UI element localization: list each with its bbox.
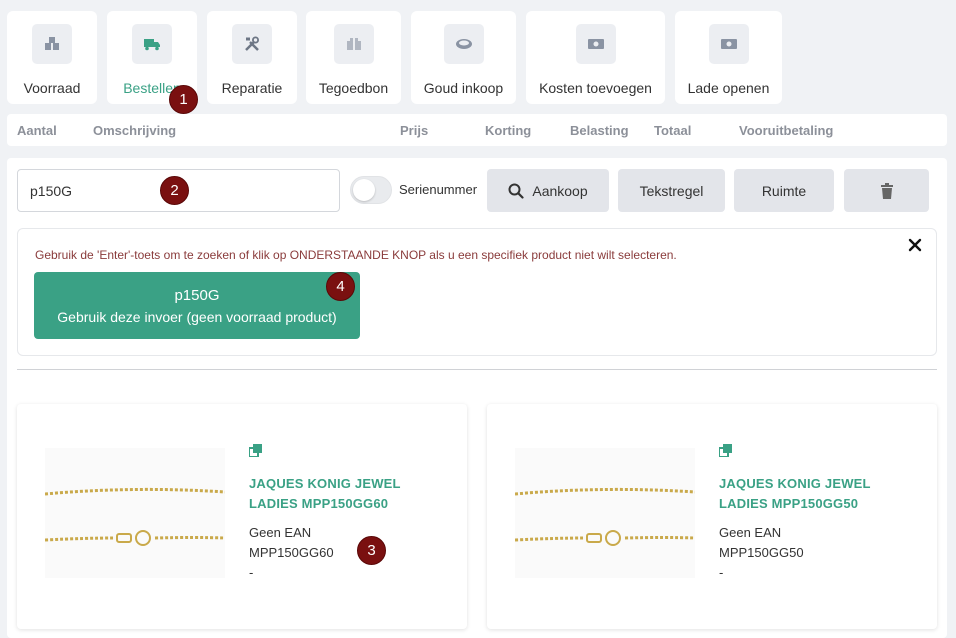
gold-ring-icon xyxy=(443,24,484,64)
toggle-knob xyxy=(353,179,375,201)
tools-icon xyxy=(232,24,272,64)
tile-label: Goud inkoop xyxy=(423,80,504,96)
tile-lade-openen[interactable]: Lade openen xyxy=(675,11,782,104)
delete-button[interactable] xyxy=(844,169,929,212)
copy-icon[interactable] xyxy=(718,444,732,462)
column-belasting: Belasting xyxy=(570,123,629,138)
product-name: JAQUES KONIG JEWEL LADIES MPP150GG50 xyxy=(719,476,871,511)
tile-reparatie[interactable]: Reparatie xyxy=(207,11,297,104)
product-image xyxy=(514,448,696,578)
use-input-button[interactable]: p150G Gebruik deze invoer (geen voorraad… xyxy=(34,272,360,339)
truck-icon xyxy=(132,24,172,64)
annotation-badge: 4 xyxy=(326,272,355,301)
column-totaal: Totaal xyxy=(654,123,692,138)
ruimte-label: Ruimte xyxy=(761,182,807,199)
tile-goud-inkoop[interactable]: Goud inkoop xyxy=(411,11,516,104)
tile-label: Tegoedbon xyxy=(318,80,389,96)
tekstregel-button[interactable]: Tekstregel xyxy=(618,169,725,212)
product-code: MPP150GG60 xyxy=(249,545,334,560)
serial-number-label: Serienummer xyxy=(399,182,478,197)
column-prijs: Prijs xyxy=(400,123,429,138)
annotation-badge: 3 xyxy=(357,536,386,565)
product-card[interactable]: JAQUES KONIG JEWEL LADIES MPP150GG50 Gee… xyxy=(487,404,937,629)
column-omschrijving: Omschrijving xyxy=(93,123,177,138)
close-icon[interactable] xyxy=(908,238,922,257)
alert-message: Gebruik de 'Enter'-toets om te zoeken of… xyxy=(35,248,677,262)
tile-kosten-toevoegen[interactable]: Kosten toevoegen xyxy=(526,11,665,104)
tile-label: Kosten toevoegen xyxy=(539,80,652,96)
product-code: MPP150GG50 xyxy=(719,545,804,560)
tile-label: Voorraad xyxy=(23,80,81,96)
product-ean: Geen EAN xyxy=(249,525,312,540)
trash-icon xyxy=(880,182,893,199)
annotation-badge: 1 xyxy=(169,85,198,114)
tile-label: Lade openen xyxy=(687,80,770,96)
tile-tegoedbon[interactable]: Tegoedbon xyxy=(306,11,401,104)
product-card[interactable]: JAQUES KONIG JEWEL LADIES MPP150GG60 Gee… xyxy=(17,404,467,629)
product-image xyxy=(44,448,226,578)
copy-icon[interactable] xyxy=(248,444,262,462)
search-icon xyxy=(508,183,524,199)
order-column-headers: Aantal Omschrijving Prijs Korting Belast… xyxy=(7,114,947,146)
section-divider xyxy=(17,369,937,370)
boxes-icon xyxy=(32,24,72,64)
tekstregel-label: Tekstregel xyxy=(639,182,704,199)
tile-label: Reparatie xyxy=(221,80,283,96)
product-ean: Geen EAN xyxy=(719,525,782,540)
column-aantal: Aantal xyxy=(17,123,57,138)
column-korting: Korting xyxy=(485,123,532,138)
aankoop-label: Aankoop xyxy=(532,182,588,199)
use-input-label: Gebruik deze invoer (geen voorraad produ… xyxy=(57,308,337,325)
voucher-icon xyxy=(333,24,374,64)
column-vooruitbetaling: Vooruitbetaling xyxy=(739,123,834,138)
product-extra: - xyxy=(719,565,724,580)
banknote-icon xyxy=(575,24,616,64)
aankoop-button[interactable]: Aankoop xyxy=(487,169,609,212)
serial-number-toggle[interactable] xyxy=(350,176,392,204)
banknote-icon xyxy=(708,24,749,64)
tile-voorraad[interactable]: Voorraad xyxy=(7,11,97,104)
product-extra: - xyxy=(249,565,254,580)
product-name: JAQUES KONIG JEWEL LADIES MPP150GG60 xyxy=(249,476,401,511)
annotation-badge: 2 xyxy=(160,176,189,205)
use-input-value: p150G xyxy=(174,286,220,304)
ruimte-button[interactable]: Ruimte xyxy=(734,169,834,212)
